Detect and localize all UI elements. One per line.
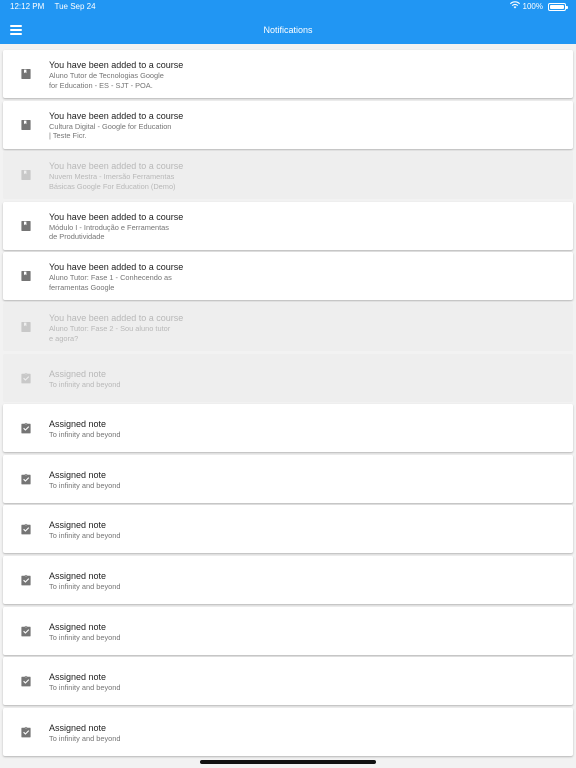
notification-title: Assigned note (49, 621, 107, 632)
notification-text: You have been added to a course Aluno Tut… (49, 262, 209, 292)
clipboard-check-icon (20, 523, 32, 535)
clipboard-check-icon (20, 372, 32, 384)
battery-icon (548, 3, 568, 11)
clipboard-check-icon (20, 675, 32, 687)
notification-text: Assigned note To infinity and beyond (49, 369, 209, 390)
notification-subtitle: Aluno Tutor de Tecnologias Google (49, 71, 164, 80)
notification-title: You have been added to a course (49, 60, 184, 70)
notification-subtitle: Aluno Tutor: Fase 2 - Sou aluno tutor (49, 324, 171, 333)
notification-title: You have been added to a course (49, 211, 184, 222)
clipboard-check-icon (20, 473, 32, 485)
notification-text: You have been added to a course Nuvem Mes… (49, 161, 209, 191)
notification-subtitle: To infinity and beyond (49, 430, 121, 440)
notification-text: Assigned note To infinity and beyond (49, 520, 209, 541)
notification-item[interactable]: Assigned note To infinity and beyond (3, 657, 573, 706)
notification-item[interactable]: Assigned note To infinity and beyond (3, 404, 573, 453)
notification-item[interactable]: Assigned note To infinity and beyond (3, 556, 573, 604)
clipboard-check-icon (20, 625, 32, 637)
notification-subtitle: de Produtividade (49, 232, 105, 242)
notification-title: Assigned note (49, 672, 107, 683)
notification-item[interactable]: Assigned note To infinity and beyond (3, 505, 573, 554)
notification-subtitle: Cultura Digital - Google for Education (49, 121, 172, 131)
notification-subtitle: | Teste Ficr. (49, 131, 87, 141)
notification-title: Assigned note (49, 419, 107, 430)
notification-item[interactable]: You have been added to a course Nuvem Mes… (3, 151, 573, 200)
page-title: Notifications (263, 25, 313, 35)
notification-text: Assigned note To infinity and beyond (49, 622, 209, 643)
notification-text: Assigned note To infinity and beyond (49, 723, 209, 744)
status-time: 12:12 PM (10, 2, 45, 11)
notification-title: You have been added to a course (49, 110, 184, 121)
notification-title: Assigned note (49, 520, 107, 531)
status-bar: 12:12 PM Tue Sep 24 100% (0, 0, 576, 14)
notification-item[interactable]: Assigned note To infinity and beyond (3, 606, 573, 655)
notification-item[interactable]: Assigned note To infinity and beyond (3, 454, 573, 503)
book-icon (20, 169, 32, 181)
notification-item[interactable]: You have been added to a course Aluno Tut… (3, 303, 573, 351)
book-icon (20, 220, 32, 232)
book-icon (20, 270, 32, 282)
notification-text: Assigned note To infinity and beyond (49, 571, 209, 592)
notification-text: You have been added to a course Aluno Tut… (49, 313, 209, 343)
wifi-icon (509, 0, 520, 14)
notification-item[interactable]: Assigned note To infinity and beyond (3, 707, 573, 756)
notification-subtitle: Aluno Tutor: Fase 1 - Conhecendo as (49, 273, 172, 283)
notification-subtitle: for Education - ES - SJT - POA. (49, 80, 153, 90)
notification-text: You have been added to a course Aluno Tut… (49, 60, 209, 90)
notification-text: Assigned note To infinity and beyond (49, 419, 209, 440)
notification-subtitle: Nuvem Mestra - Imersão Ferramentas (49, 172, 175, 182)
notification-item[interactable]: You have been added to a course Cultura D… (3, 100, 573, 149)
notification-subtitle: To infinity and beyond (49, 379, 121, 389)
notification-title: Assigned note (49, 469, 107, 480)
status-date: Tue Sep 24 (54, 2, 96, 11)
notification-title: You have been added to a course (49, 313, 184, 323)
book-icon (20, 119, 32, 131)
notification-text: You have been added to a course Cultura D… (49, 111, 209, 141)
notification-title: Assigned note (49, 722, 107, 733)
notification-item[interactable]: You have been added to a course Aluno Tut… (3, 252, 573, 301)
battery-percent: 100% (522, 2, 543, 11)
notification-title: You have been added to a course (49, 161, 184, 172)
notification-subtitle: Básicas Google For Education (Demo) (49, 181, 176, 191)
notification-text: Assigned note To infinity and beyond (49, 470, 209, 491)
book-icon (20, 68, 32, 80)
notification-subtitle: To infinity and beyond (49, 582, 121, 591)
notification-subtitle: To infinity and beyond (49, 531, 121, 541)
notification-subtitle: To infinity and beyond (49, 480, 121, 490)
home-indicator[interactable] (200, 760, 376, 764)
app-bar: 12:12 PM Tue Sep 24 100% Notifications (0, 0, 576, 44)
clipboard-check-icon (20, 422, 32, 434)
notification-title: Assigned note (49, 571, 107, 581)
clipboard-check-icon (20, 726, 32, 738)
notification-subtitle: To infinity and beyond (49, 683, 121, 693)
notification-title: You have been added to a course (49, 262, 184, 273)
notification-title: Assigned note (49, 368, 107, 379)
notification-item[interactable]: You have been added to a course Módulo I … (3, 201, 573, 250)
notification-text: Assigned note To infinity and beyond (49, 672, 209, 693)
notification-text: You have been added to a course Módulo I … (49, 212, 209, 242)
notification-item[interactable]: Assigned note To infinity and beyond (3, 353, 573, 402)
notification-subtitle: Módulo I - Introdução e Ferramentas (49, 222, 169, 232)
notification-subtitle: To infinity and beyond (49, 733, 121, 743)
notification-subtitle: To infinity and beyond (49, 632, 121, 642)
notification-item[interactable]: You have been added to a course Aluno Tut… (3, 50, 573, 98)
clipboard-check-icon (20, 574, 32, 586)
book-icon (20, 321, 32, 333)
notification-subtitle: ferramentas Google (49, 282, 115, 292)
notification-subtitle: e agora? (49, 333, 79, 343)
